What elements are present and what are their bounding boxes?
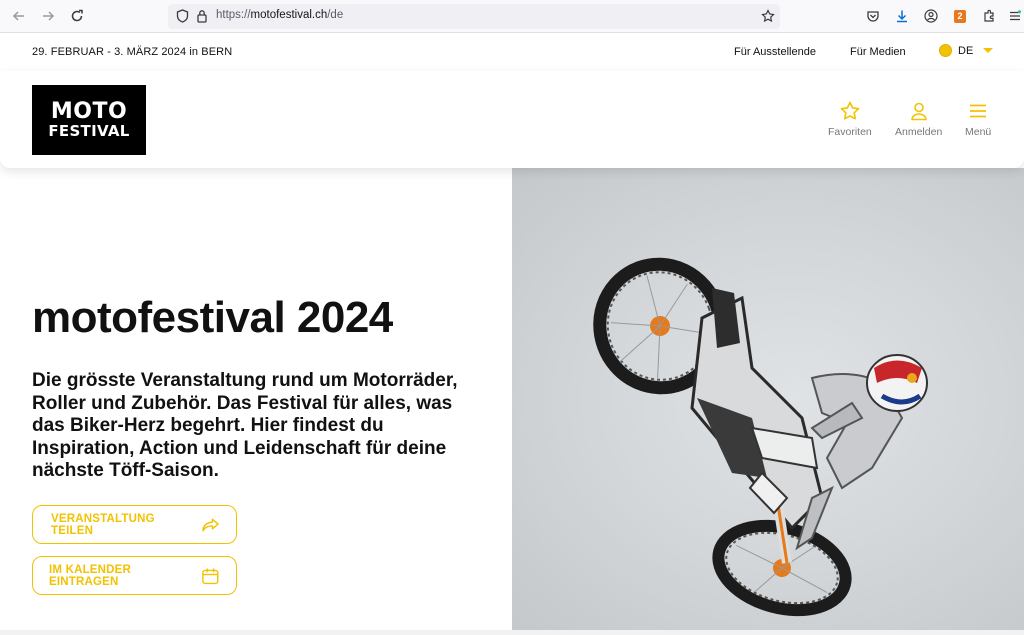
share-event-label: VERANSTALTUNG TEILEN: [51, 512, 155, 537]
event-date: 29. FEBRUAR - 3. MÄRZ 2024 in BERN: [32, 46, 233, 58]
exhibitors-link[interactable]: Für Ausstellende: [734, 46, 816, 58]
login-label: Anmelden: [895, 126, 943, 138]
url-scheme: https://: [216, 9, 251, 21]
back-arrow-icon[interactable]: [9, 6, 29, 26]
url-domain: motofestival.ch: [250, 9, 328, 21]
add-to-calendar-label: IM KALENDER EINTRAGEN: [49, 563, 132, 588]
bookmark-star-icon[interactable]: [758, 6, 778, 26]
menu-button[interactable]: Menü: [965, 100, 991, 138]
media-link[interactable]: Für Medien: [850, 46, 906, 58]
lock-icon[interactable]: [192, 6, 212, 26]
app-menu-icon[interactable]: [1006, 7, 1024, 25]
language-label: DE: [958, 44, 974, 57]
hero-subtitle: Die grösste Veranstaltung rund um Motorr…: [32, 370, 458, 481]
shield-icon[interactable]: [172, 6, 192, 26]
page-bottom-divider: [0, 630, 1024, 635]
site-topbar: 29. FEBRUAR - 3. MÄRZ 2024 in BERN Für A…: [0, 33, 1024, 71]
calendar-icon: [202, 568, 219, 584]
browser-toolbar: https://motofestival.ch/de 2: [0, 0, 1024, 33]
account-icon[interactable]: [922, 7, 940, 25]
login-button[interactable]: Anmelden: [895, 100, 942, 138]
pocket-icon[interactable]: [864, 7, 882, 25]
hero-image-motocross-rider: [512, 168, 1024, 630]
add-to-calendar-button[interactable]: IM KALENDER EINTRAGEN: [32, 556, 237, 595]
motocross-rider-illustration: [593, 257, 928, 617]
extension-badge-icon[interactable]: 2: [951, 7, 969, 25]
forward-arrow-icon[interactable]: [38, 6, 58, 26]
globe-icon: [939, 44, 952, 57]
logo-text-moto: MOTO: [50, 98, 128, 124]
download-icon[interactable]: [893, 7, 911, 25]
url-text: https://motofestival.ch/de: [216, 9, 343, 21]
extensions-puzzle-icon[interactable]: [980, 7, 998, 25]
motofestival-logo[interactable]: MOTO FESTIVAL: [32, 85, 146, 155]
user-icon: [910, 102, 927, 121]
favorites-button[interactable]: Favoriten: [828, 100, 872, 138]
language-selector[interactable]: DE: [939, 44, 994, 57]
reload-icon[interactable]: [67, 6, 87, 26]
hero-title: motofestival 2024: [32, 293, 393, 342]
share-arrow-icon: [202, 518, 219, 531]
menu-label: Menü: [965, 126, 992, 138]
favorites-label: Favoriten: [828, 126, 872, 138]
extension-badge-count: 2: [954, 9, 966, 23]
star-icon: [840, 101, 860, 120]
share-event-button[interactable]: VERANSTALTUNG TEILEN: [32, 505, 237, 544]
url-path: /de: [327, 9, 344, 21]
chevron-down-icon: [983, 48, 994, 53]
site-header: MOTO FESTIVAL Favoriten Anmelden Menü: [0, 71, 1024, 168]
hamburger-menu-icon: [970, 104, 987, 118]
logo-text-festival: FESTIVAL: [48, 121, 130, 140]
url-bar[interactable]: https://motofestival.ch/de: [168, 4, 780, 29]
